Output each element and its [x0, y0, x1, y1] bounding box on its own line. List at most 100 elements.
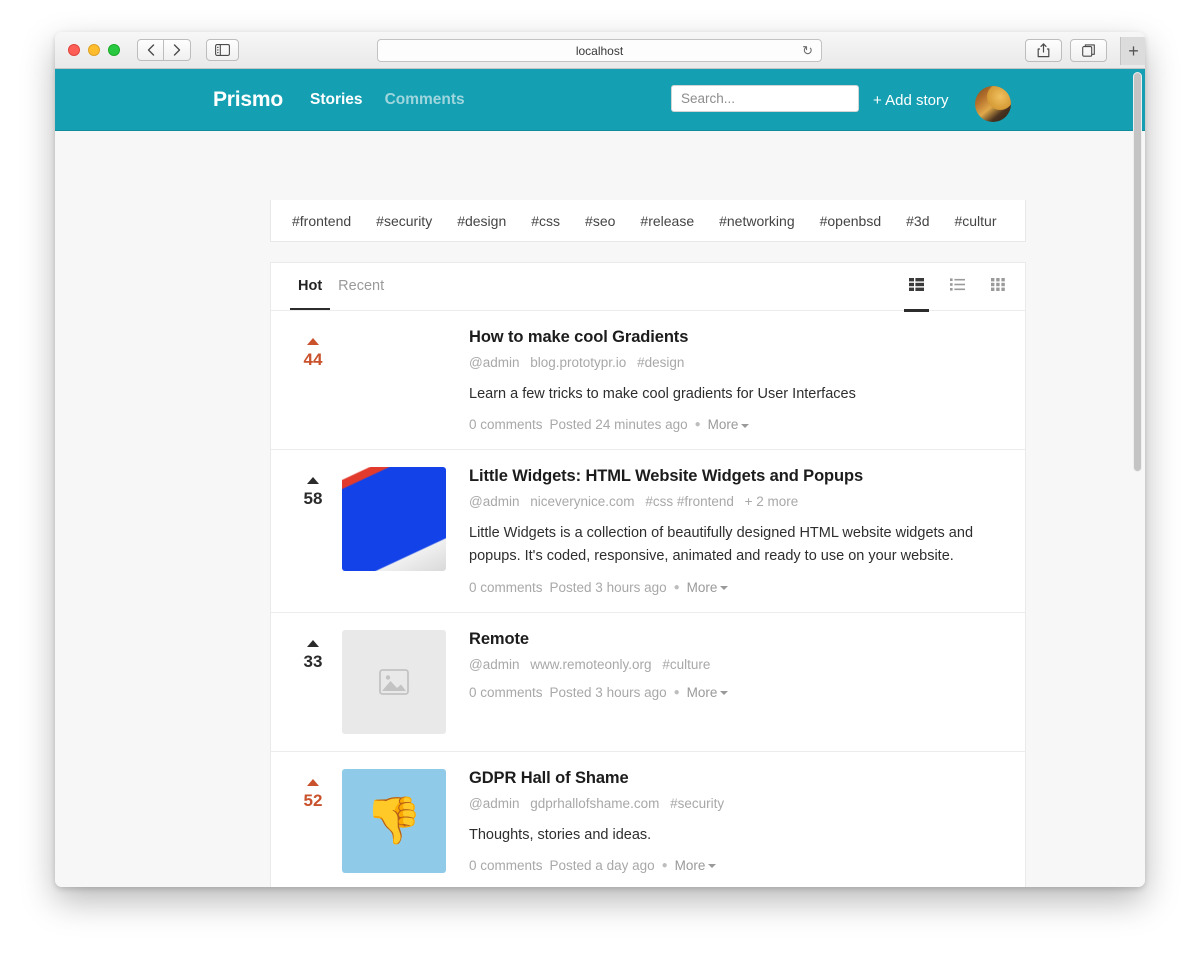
story-author[interactable]: @admin	[469, 355, 519, 370]
show-tabs-icon	[1082, 44, 1095, 57]
nav-item-stories[interactable]: Stories	[310, 91, 363, 109]
tag-list: #frontend #security #design #css #seo #r…	[271, 213, 997, 229]
tag-item[interactable]: #networking	[719, 213, 795, 229]
story-thumbnail[interactable]: 👎	[342, 768, 446, 873]
forward-button[interactable]	[164, 39, 191, 61]
story-row[interactable]: 33 Remote @admin www.remoteonly.org #cul…	[271, 613, 1025, 752]
sidebar-toggle-button[interactable]	[206, 39, 239, 61]
tag-bar: #frontend #security #design #css #seo #r…	[270, 200, 1026, 242]
story-footer-meta: 0 comments Posted a day ago ● More	[469, 858, 1006, 873]
vote-control[interactable]: 58	[284, 467, 342, 594]
compact-grid-view-icon	[909, 277, 924, 291]
brand-logo[interactable]: Prismo	[213, 88, 283, 112]
address-bar[interactable]: localhost ↻	[377, 39, 822, 62]
comments-count[interactable]: 0 comments	[469, 685, 543, 700]
share-button[interactable]	[1025, 39, 1062, 62]
story-more-tags[interactable]: + 2 more	[745, 494, 799, 509]
upvote-arrow-icon[interactable]	[307, 477, 319, 485]
upvote-arrow-icon[interactable]	[307, 639, 319, 647]
tag-item[interactable]: #release	[640, 213, 694, 229]
posted-time: Posted a day ago	[549, 857, 655, 873]
close-window-button[interactable]	[68, 44, 80, 56]
story-author[interactable]: @admin	[469, 657, 519, 672]
back-button[interactable]	[137, 39, 164, 61]
show-tabs-button[interactable]	[1070, 39, 1107, 62]
image-placeholder-icon	[379, 668, 409, 695]
story-domain[interactable]: blog.prototypr.io	[530, 355, 626, 370]
story-tags[interactable]: #culture	[662, 657, 710, 672]
story-title[interactable]: GDPR Hall of Shame	[469, 769, 1006, 788]
search-placeholder: Search...	[681, 91, 736, 106]
url-text: localhost	[575, 43, 624, 58]
vote-control[interactable]: 33	[284, 630, 342, 734]
maximize-window-button[interactable]	[108, 44, 120, 56]
vote-control[interactable]: 52	[284, 769, 342, 873]
tag-item[interactable]: #design	[457, 213, 506, 229]
page-scrollbar[interactable]	[1133, 72, 1142, 884]
reload-icon[interactable]: ↻	[802, 43, 813, 59]
compact-grid-view-button[interactable]	[904, 264, 929, 312]
scrollbar-thumb[interactable]	[1133, 72, 1142, 472]
tag-item[interactable]: #frontend	[292, 213, 351, 229]
sidebar-toggle-icon	[215, 44, 230, 56]
tag-item[interactable]: #3d	[906, 213, 929, 229]
tag-item[interactable]: #openbsd	[820, 213, 882, 229]
story-title[interactable]: How to make cool Gradients	[469, 328, 1006, 347]
share-icon	[1037, 43, 1050, 58]
minimize-window-button[interactable]	[88, 44, 100, 56]
posted-time: Posted 24 minutes ago	[549, 417, 688, 433]
posted-time: Posted 3 hours ago	[549, 684, 667, 700]
story-domain[interactable]: gdprhallofshame.com	[530, 796, 659, 811]
story-meta: @admin niceverynice.com #css #frontend +…	[469, 494, 1006, 509]
thumbs-down-emoji-thumbnail: 👎	[342, 768, 446, 873]
list-view-icon	[950, 277, 965, 291]
new-tab-button[interactable]: +	[1120, 37, 1145, 65]
story-domain[interactable]: niceverynice.com	[530, 494, 634, 509]
chevron-down-icon	[741, 423, 750, 428]
story-author[interactable]: @admin	[469, 494, 519, 509]
browser-titlebar: localhost ↻ +	[55, 32, 1145, 69]
more-menu-button[interactable]: More	[675, 858, 717, 873]
new-tab-label: +	[1128, 40, 1139, 61]
tab-recent[interactable]: Recent	[330, 264, 392, 309]
more-menu-button[interactable]: More	[687, 685, 729, 700]
more-menu-button[interactable]: More	[687, 580, 729, 595]
story-content: GDPR Hall of Shame @admin gdprhallofsham…	[469, 769, 1006, 873]
image-placeholder-thumbnail	[342, 629, 446, 734]
story-thumbnail[interactable]	[342, 467, 446, 594]
nav-item-comments[interactable]: Comments	[385, 91, 465, 109]
story-row[interactable]: 52 👎 GDPR Hall of Shame @admin gdprhallo…	[271, 752, 1025, 887]
story-thumbnail[interactable]	[342, 629, 446, 734]
site-header: Prismo Stories Comments Search... + Add …	[55, 69, 1145, 131]
search-input[interactable]: Search...	[671, 85, 859, 112]
tag-item[interactable]: #css	[531, 213, 560, 229]
comments-count[interactable]: 0 comments	[469, 417, 543, 432]
upvote-arrow-icon[interactable]	[307, 338, 319, 345]
tag-item[interactable]: #seo	[585, 213, 615, 229]
story-author[interactable]: @admin	[469, 796, 519, 811]
more-label: More	[686, 579, 718, 595]
story-tags[interactable]: #design	[637, 355, 684, 370]
grid-view-button[interactable]	[990, 264, 1006, 311]
tag-item[interactable]: #security	[376, 213, 432, 229]
toolbar-right-buttons	[1025, 39, 1107, 62]
story-description: Thoughts, stories and ideas.	[469, 826, 652, 843]
story-row[interactable]: 58 Little Widgets: HTML Website Widgets …	[271, 450, 1025, 613]
story-title[interactable]: Little Widgets: HTML Website Widgets and…	[469, 467, 1006, 486]
tab-hot[interactable]: Hot	[290, 264, 331, 310]
user-avatar[interactable]	[975, 86, 1011, 122]
comments-count[interactable]: 0 comments	[469, 858, 543, 873]
more-menu-button[interactable]: More	[708, 417, 750, 432]
story-tags[interactable]: #security	[670, 796, 724, 811]
add-story-button[interactable]: + Add story	[873, 92, 948, 109]
tag-item[interactable]: #cultur	[954, 213, 996, 229]
upvote-arrow-icon[interactable]	[307, 778, 319, 786]
comments-count[interactable]: 0 comments	[469, 580, 543, 595]
story-thumbnail[interactable]	[342, 328, 446, 432]
story-title[interactable]: Remote	[469, 630, 1006, 649]
story-tags[interactable]: #css #frontend	[645, 494, 734, 509]
list-view-button[interactable]	[949, 264, 966, 311]
story-row[interactable]: 44 How to make cool Gradients @admin blo…	[271, 311, 1025, 451]
story-domain[interactable]: www.remoteonly.org	[530, 657, 651, 672]
vote-control[interactable]: 44	[284, 328, 342, 432]
